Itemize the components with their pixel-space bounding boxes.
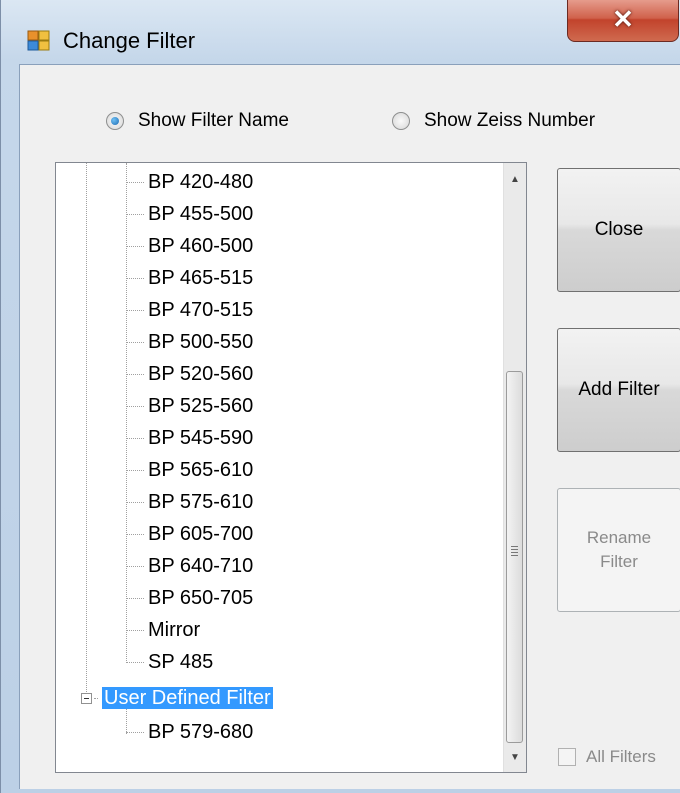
all-filters-checkbox[interactable] — [558, 748, 576, 766]
tree-node-label: BP 525-560 — [148, 395, 254, 417]
tree-scrollbar[interactable]: ▲ ▼ — [503, 163, 526, 772]
tree-group-label: User Defined Filter — [102, 687, 273, 709]
tree-node-label: BP 640-710 — [148, 555, 254, 577]
all-filters-label: All Filters — [586, 747, 656, 766]
tree-node[interactable]: BP 520-560 — [126, 359, 253, 389]
tree-node[interactable]: Mirror — [126, 615, 200, 645]
title-bar[interactable]: Change Filter ✕ — [1, 0, 680, 64]
tree-node-label: BP 460-500 — [148, 235, 254, 257]
tree-node[interactable]: BP 470-515 — [126, 295, 253, 325]
tree-group-user-defined[interactable]: User Defined Filter — [94, 683, 273, 713]
show-zeiss-number-option[interactable]: Show Zeiss Number — [392, 109, 595, 133]
tree-node[interactable]: BP 465-515 — [126, 263, 253, 293]
tree-node[interactable]: BP 565-610 — [126, 455, 253, 485]
tree-node-label: SP 485 — [148, 651, 214, 673]
tree-node-label: BP 465-515 — [148, 267, 254, 289]
collapse-icon[interactable] — [81, 693, 92, 704]
tree-node-label: BP 455-500 — [148, 203, 254, 225]
change-filter-window: Change Filter ✕ Show Filter Name Show Ze… — [0, 0, 680, 793]
rename-filter-label: Rename Filter — [586, 528, 652, 571]
scroll-up-icon[interactable]: ▲ — [504, 169, 526, 191]
app-icon — [27, 30, 50, 51]
tree-node[interactable]: BP 579-680 — [126, 717, 253, 747]
tree-node[interactable]: SP 485 — [126, 647, 213, 677]
add-filter-button[interactable]: Add Filter — [557, 328, 680, 452]
tree-node-label: BP 575-610 — [148, 491, 254, 513]
scroll-down-icon[interactable]: ▼ — [504, 747, 526, 769]
tree-node[interactable]: BP 500-550 — [126, 327, 253, 357]
close-icon: ✕ — [612, 4, 634, 34]
show-filter-name-label: Show Filter Name — [138, 110, 289, 131]
filter-tree[interactable]: BP 420-480 BP 455-500 BP 460-500 BP 465-… — [55, 162, 527, 773]
close-button[interactable]: Close — [557, 168, 680, 292]
tree-node[interactable]: BP 545-590 — [126, 423, 253, 453]
tree-node-label: BP 420-480 — [148, 171, 254, 193]
tree-node[interactable]: BP 650-705 — [126, 583, 253, 613]
show-zeiss-number-radio[interactable] — [392, 112, 410, 130]
tree-node[interactable]: BP 420-480 — [126, 167, 253, 197]
tree-node-label: BP 500-550 — [148, 331, 254, 353]
dialog-client-area: Show Filter Name Show Zeiss Number BP 42… — [19, 64, 680, 789]
tree-node[interactable]: BP 525-560 — [126, 391, 253, 421]
tree-node[interactable]: BP 460-500 — [126, 231, 253, 261]
scrollbar-thumb[interactable] — [506, 371, 523, 743]
tree-node-label: BP 605-700 — [148, 523, 254, 545]
show-filter-name-radio[interactable] — [106, 112, 124, 130]
show-filter-name-option[interactable]: Show Filter Name — [106, 109, 289, 133]
show-zeiss-number-label: Show Zeiss Number — [424, 110, 596, 131]
all-filters-option[interactable]: All Filters — [558, 747, 656, 767]
tree-node-label: BP 470-515 — [148, 299, 254, 321]
window-close-button[interactable]: ✕ — [567, 0, 679, 42]
tree-guide-line — [86, 163, 87, 698]
tree-node-label: BP 520-560 — [148, 363, 254, 385]
tree-node[interactable]: BP 575-610 — [126, 487, 253, 517]
tree-node-label: BP 565-610 — [148, 459, 254, 481]
tree-node-label: BP 650-705 — [148, 587, 254, 609]
tree-node[interactable]: BP 605-700 — [126, 519, 253, 549]
tree-node-label: BP 579-680 — [148, 721, 254, 743]
rename-filter-button[interactable]: Rename Filter — [557, 488, 680, 612]
grip-icon — [511, 546, 518, 558]
tree-node[interactable]: BP 640-710 — [126, 551, 253, 581]
tree-node-label: BP 545-590 — [148, 427, 254, 449]
tree-node-label: Mirror — [148, 619, 201, 641]
window-title: Change Filter — [63, 28, 196, 53]
tree-node[interactable]: BP 455-500 — [126, 199, 253, 229]
